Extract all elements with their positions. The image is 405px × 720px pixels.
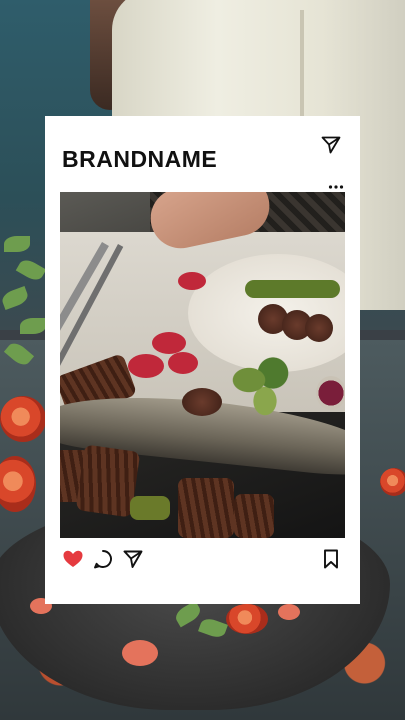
photo-rose-petal [168,352,198,374]
post-actions-bar [45,538,360,604]
photo-steak-slice [234,494,274,538]
photo-sauce-bowl [316,376,345,410]
background-petal [122,640,158,666]
background-petal [278,604,300,620]
photo-grilled-vegetable [182,388,222,416]
comment-icon[interactable] [92,548,114,570]
photo-meatball [305,314,333,342]
photo-garnish [130,496,170,520]
background-rose [226,604,268,634]
share-send-icon[interactable] [122,548,144,570]
heart-icon[interactable] [62,548,84,570]
photo-rose-petal [128,354,164,378]
post-card: BRANDNAME [45,116,360,604]
photo-steak-slice [178,478,234,538]
photo-green-sauce [245,280,340,298]
background-leaf [4,236,30,252]
photo-herbs [225,352,305,422]
bookmark-icon[interactable] [320,548,342,570]
background-rose [0,396,46,442]
brand-name: BRANDNAME [62,146,218,172]
send-icon[interactable] [321,136,341,154]
photo-rose-petal [178,272,206,290]
post-photo[interactable] [60,192,345,538]
background-leaf [20,318,46,334]
post-header: BRANDNAME [45,116,360,192]
background-rose [380,468,405,496]
photo-rose-petal [152,332,186,354]
more-horizontal-icon[interactable] [328,177,344,189]
